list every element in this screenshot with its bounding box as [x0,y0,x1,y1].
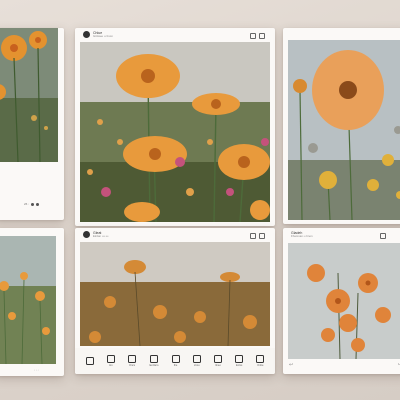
flower-photo[interactable] [288,40,400,220]
bookmark-icon[interactable] [250,33,256,39]
more-icon[interactable] [259,233,265,239]
card-left-top[interactable]: 26 ◦ •• ◦ ◦ [0,28,64,220]
card-right-bottom[interactable]: Gladeh Fhamnan •• bnon ↩ ↪ [283,228,400,374]
header-actions [380,233,386,239]
post-header: Gladeh Fhamnan •• bnon [291,231,313,238]
more-icon[interactable] [259,33,265,39]
header-actions [250,33,265,39]
flower-photo[interactable] [80,242,270,346]
flower-photo[interactable] [288,243,400,359]
settings-icon [256,355,265,363]
avatar[interactable] [83,231,90,238]
meta-a: 26 ◦ [24,202,30,206]
like-icon[interactable] [31,202,35,206]
user-subtitle: Ginlwee •• bnon [93,34,113,38]
toolbar-item-5[interactable]: Lhoo [192,355,201,367]
image-icon [106,355,115,363]
comment-icon[interactable] [36,202,40,206]
toolbar-item-6[interactable]: Ilneo [213,355,222,367]
user-subtitle: Fhamnan •• bnon [291,234,313,238]
adjust-icon [213,355,222,363]
layers-icon [192,355,201,363]
post-header: Chlue Ginlwee •• bnon [83,31,113,38]
share-icon [127,355,136,363]
editor-toolbar: Ion Oncs Ianzlaro Ilre Lhoo Ilneo Enlxs … [75,348,275,374]
toolbar-item-2[interactable]: Oncs [127,355,136,367]
post-header: Gleat Eirdan ••• ••• [83,231,109,238]
pin-icon [85,356,94,365]
card-left-bottom[interactable]: ◦ ◦ ◦ [0,228,64,376]
footer-row: ◦ ◦ ◦ [34,368,39,372]
card-right-top[interactable] [283,28,400,224]
card-center-top[interactable]: Chlue Ginlwee •• bnon [75,28,275,226]
toolbar-item-7[interactable]: Enlxs [235,355,244,367]
header-actions [250,233,265,239]
toolbar-item-4[interactable]: Ilre [171,355,180,367]
flower-photo[interactable] [0,28,58,162]
flower-photo-main[interactable] [80,42,270,222]
toolbar-item-1[interactable]: Ion [106,355,115,367]
toolbar-item-8[interactable]: Onbe [256,355,265,367]
footer-text: ◦ ◦ ◦ [34,368,39,372]
export-icon [235,355,244,363]
card-center-bottom[interactable]: Gleat Eirdan ••• ••• Ion Oncs Ianzlaro I… [75,228,275,374]
nav-arrows: ↩ ↪ [289,362,400,368]
user-subtitle: Eirdan ••• ••• [93,234,109,238]
avatar[interactable] [83,31,90,38]
meta-row: 26 ◦ [24,202,40,206]
bookmark-icon[interactable] [380,233,386,239]
toolbar-item-3[interactable]: Ianzlaro [149,355,158,367]
bookmark-icon[interactable] [250,233,256,239]
edit-icon [171,355,180,363]
toolbar-item-0[interactable] [85,356,94,366]
crop-icon [149,355,158,363]
flower-photo[interactable] [0,236,56,364]
prev-arrow-icon[interactable]: ↩ [289,362,293,368]
